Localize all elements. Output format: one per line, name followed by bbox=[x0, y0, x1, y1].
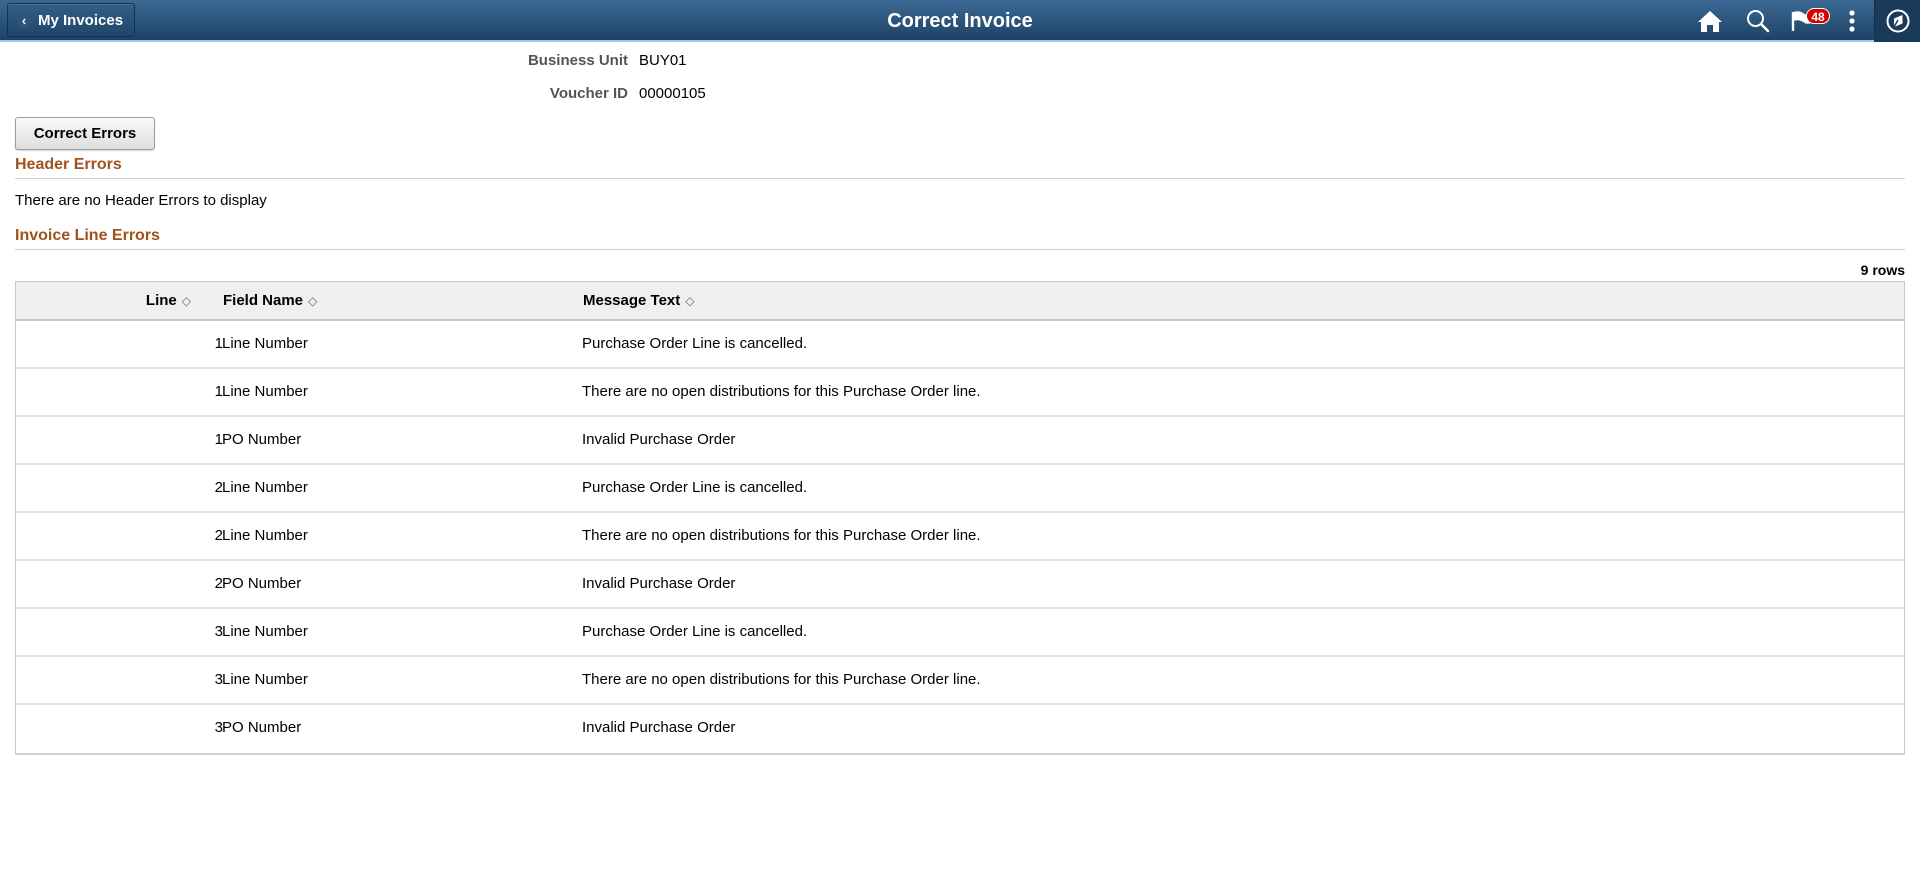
message-text-cell: Invalid Purchase Order bbox=[582, 431, 736, 448]
sort-icon: ◇ bbox=[685, 294, 695, 308]
table-row: 3 PO Number Invalid Purchase Order bbox=[16, 705, 1904, 753]
voucher-id-label: Voucher ID bbox=[549, 85, 628, 102]
message-text-cell: Purchase Order Line is cancelled. bbox=[582, 335, 808, 352]
header-errors-title: Header Errors bbox=[15, 156, 1905, 179]
grid-body: 1 Line Number Purchase Order Line is cance… bbox=[16, 321, 1904, 753]
message-text-cell: There are no open distributions for this… bbox=[582, 527, 981, 544]
table-row: 1 PO Number Invalid Purchase Order bbox=[16, 417, 1904, 465]
sort-icon: ◇ bbox=[181, 294, 191, 308]
message-text-cell: There are no open distributions for this… bbox=[582, 383, 981, 400]
back-button-label: My Invoices bbox=[38, 11, 124, 29]
actions-menu-button[interactable] bbox=[1830, 0, 1874, 42]
business-unit-label: Business Unit bbox=[527, 52, 628, 69]
voucher-id-value: 00000105 bbox=[639, 85, 706, 102]
field-name-cell: Line Number bbox=[222, 383, 308, 400]
grid-header-row: Line ◇ Field Name ◇ Message Text ◇ bbox=[16, 282, 1904, 321]
field-name-cell: Line Number bbox=[222, 671, 308, 688]
correct-errors-button[interactable]: Correct Errors bbox=[15, 117, 155, 150]
page-title: Correct Invoice bbox=[887, 10, 1033, 32]
search-button[interactable] bbox=[1734, 0, 1782, 42]
field-name-cell: PO Number bbox=[222, 719, 302, 736]
header-actions: 48 bbox=[1686, 0, 1920, 42]
table-row: 3 Line Number Purchase Order Line is cance… bbox=[16, 609, 1904, 657]
message-text-cell: Purchase Order Line is cancelled. bbox=[582, 479, 808, 496]
table-row: 2 PO Number Invalid Purchase Order bbox=[16, 561, 1904, 609]
navbar-button[interactable] bbox=[1874, 0, 1920, 42]
table-row: 2 Line Number Purchase Order Line is cance… bbox=[16, 465, 1904, 513]
table-row: 1 Line Number There are no open distributi… bbox=[16, 369, 1904, 417]
voucher-id-field: Voucher ID 00000105 bbox=[0, 85, 1920, 105]
home-icon bbox=[1698, 11, 1722, 32]
header-errors-empty-text: There are no Header Errors to display bbox=[15, 192, 267, 209]
sort-icon: ◇ bbox=[308, 294, 318, 308]
top-banner: ‹ My Invoices Correct Invoice 48 bbox=[0, 0, 1920, 42]
column-header-message-text-label: Message Text bbox=[583, 292, 681, 309]
column-header-field-name-label: Field Name bbox=[223, 292, 304, 309]
navbar-compass-icon bbox=[1886, 9, 1909, 33]
column-header-message-text[interactable]: Message Text ◇ bbox=[583, 282, 695, 319]
message-text-cell: Invalid Purchase Order bbox=[582, 575, 736, 592]
column-header-line[interactable]: Line ◇ bbox=[146, 282, 191, 319]
field-name-cell: PO Number bbox=[222, 575, 302, 592]
actions-menu-icon bbox=[1849, 10, 1855, 32]
column-header-line-label: Line bbox=[145, 292, 177, 309]
business-unit-value: BUY01 bbox=[639, 52, 687, 69]
field-name-cell: Line Number bbox=[222, 479, 308, 496]
field-name-cell: Line Number bbox=[222, 335, 308, 352]
back-button-my-invoices[interactable]: ‹ My Invoices bbox=[7, 3, 135, 37]
field-name-cell: Line Number bbox=[222, 623, 308, 640]
field-name-cell: Line Number bbox=[222, 527, 308, 544]
business-unit-field: Business Unit BUY01 bbox=[0, 52, 1920, 72]
field-name-cell: PO Number bbox=[222, 431, 302, 448]
message-text-cell: There are no open distributions for this… bbox=[582, 671, 981, 688]
table-row: 2 Line Number There are no open distributi… bbox=[16, 513, 1904, 561]
column-header-field-name[interactable]: Field Name ◇ bbox=[223, 282, 317, 319]
invoice-line-errors-title: Invoice Line Errors bbox=[15, 227, 1905, 250]
message-text-cell: Invalid Purchase Order bbox=[582, 719, 736, 736]
table-row: 3 Line Number There are no open distributi… bbox=[16, 657, 1904, 705]
notifications-button[interactable]: 48 bbox=[1782, 0, 1830, 42]
message-text-cell: Purchase Order Line is cancelled. bbox=[582, 623, 808, 640]
search-icon bbox=[1747, 10, 1770, 33]
chevron-left-icon: ‹ bbox=[16, 12, 32, 28]
notification-count-badge: 48 bbox=[1806, 8, 1830, 24]
row-count: 9 rows bbox=[1860, 262, 1905, 278]
home-button[interactable] bbox=[1686, 0, 1734, 42]
invoice-line-errors-grid: Line ◇ Field Name ◇ Message Text ◇ 1 Line Nu… bbox=[15, 281, 1905, 755]
table-row: 1 Line Number Purchase Order Line is cance… bbox=[16, 321, 1904, 369]
